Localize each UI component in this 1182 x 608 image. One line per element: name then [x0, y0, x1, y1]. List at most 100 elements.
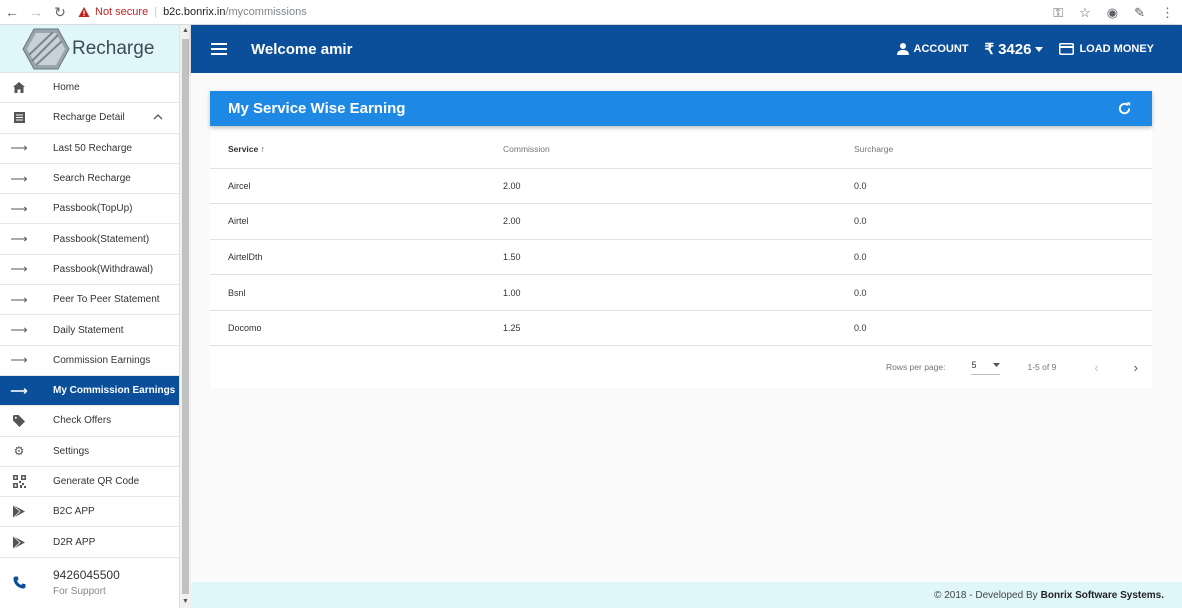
page-range: 1-5 of 9: [1027, 362, 1057, 373]
sidebar-item-home[interactable]: Home: [0, 73, 179, 104]
sidebar-item-my-commission-earnings[interactable]: ⟶ My Commission Earnings: [0, 375, 179, 407]
app-header: Welcome amir ACCOUNT ₹ 3426 LOAD MONEY: [191, 25, 1182, 73]
service-cell: Bsnl: [210, 274, 503, 311]
browser-toolbar: ← → ↻ Not secure | b2c.bonrix.in/mycommi…: [0, 0, 1182, 25]
load-money-button[interactable]: LOAD MONEY: [1059, 43, 1154, 55]
sidebar-item-recharge-detail[interactable]: Recharge Detail: [0, 103, 179, 134]
service-cell: Aircel: [210, 168, 503, 205]
sidebar-item-check-offers[interactable]: Check Offers: [0, 406, 179, 437]
sidebar-item-label: Passbook(Statement): [53, 233, 150, 245]
credit-card-icon: [1059, 43, 1075, 55]
table-pagination: Rows per page: 5 1-5 of 9 ‹ ›: [210, 346, 1152, 388]
sidebar-item-label: Settings: [53, 445, 90, 457]
url-host: b2c.bonrix.in: [163, 6, 226, 18]
back-arrow-icon[interactable]: ←: [0, 0, 24, 25]
sidebar-item-label: Daily Statement: [53, 324, 124, 336]
load-money-label: LOAD MONEY: [1079, 43, 1154, 55]
reload-icon[interactable]: ↻: [48, 0, 72, 25]
sidebar-item-passbook-topup[interactable]: ⟶ Passbook(TopUp): [0, 194, 179, 225]
caret-down-icon: [993, 362, 1001, 367]
next-page-icon[interactable]: ›: [1134, 360, 1138, 375]
arrow-right-icon: ⟶: [10, 232, 28, 247]
table-header-row: Service ↑ Commission Surcharge: [210, 130, 1152, 169]
scroll-down-icon[interactable]: ▼: [182, 598, 189, 606]
service-cell: AirtelDth: [210, 239, 503, 276]
logo-icon: [22, 28, 70, 69]
gear-icon: ⚙: [13, 444, 25, 459]
forward-arrow-icon[interactable]: →: [24, 0, 48, 25]
sidebar-item-label: Peer To Peer Statement: [53, 294, 160, 306]
arrow-right-icon: ⟶: [10, 383, 28, 398]
extension-pin-icon[interactable]: ✎: [1134, 5, 1145, 21]
service-cell: Docomo: [210, 310, 503, 347]
commission-cell: 1.50: [503, 239, 854, 276]
sidebar-item-label: Last 50 Recharge: [53, 142, 132, 154]
brand-name: Recharge: [72, 37, 155, 59]
sidebar-item-label: Check Offers: [53, 415, 112, 427]
sidebar-scrollbar[interactable]: ▲ ▼: [180, 25, 191, 608]
star-icon[interactable]: ☆: [1079, 5, 1091, 21]
sidebar-item-search-recharge[interactable]: ⟶ Search Recharge: [0, 164, 179, 195]
address-bar[interactable]: Not secure | b2c.bonrix.in/mycommissions: [78, 0, 307, 25]
sidebar-item-label: B2C APP: [53, 506, 95, 518]
arrow-right-icon: ⟶: [10, 171, 28, 186]
brand[interactable]: Recharge: [0, 25, 179, 73]
sidebar-item-generate-qr-code[interactable]: Generate QR Code: [0, 467, 179, 498]
sidebar-item-label: My Commission Earnings: [53, 385, 176, 397]
sidebar-item-b2c-app[interactable]: B2C APP: [0, 497, 179, 528]
support-contact[interactable]: 9426045500 For Support: [0, 558, 179, 608]
person-icon: [896, 43, 909, 55]
sidebar-item-settings[interactable]: ⚙ Settings: [0, 437, 179, 467]
column-header-surcharge[interactable]: Surcharge: [854, 130, 1152, 169]
arrow-right-icon: ⟶: [10, 323, 28, 338]
sidebar-item-label: D2R APP: [53, 536, 96, 548]
scrollbar-thumb[interactable]: [182, 39, 189, 594]
arrow-right-icon: ⟶: [10, 262, 28, 277]
arrow-right-icon: ⟶: [10, 353, 28, 368]
surcharge-cell: 0.0: [854, 310, 1152, 347]
play-store-icon: [0, 535, 38, 549]
chevron-up-icon[interactable]: [153, 112, 163, 122]
column-header-commission[interactable]: Commission: [503, 130, 854, 169]
sidebar-item-d2r-app[interactable]: D2R APP: [0, 527, 179, 558]
support-label: For Support: [53, 586, 106, 598]
list-icon: [0, 112, 38, 124]
key-icon[interactable]: ⚿: [1053, 5, 1063, 21]
sidebar: Recharge Home Recharge Detail ⟶ Last 50 …: [0, 25, 180, 608]
welcome-title: Welcome amir: [251, 40, 353, 58]
table-row: Bsnl 1.00 0.0: [210, 274, 1152, 311]
surcharge-cell: 0.0: [854, 203, 1152, 240]
rows-per-page-label: Rows per page:: [885, 362, 946, 373]
sidebar-item-commission-earnings[interactable]: ⟶ Commission Earnings: [0, 346, 179, 376]
sidebar-item-label: Generate QR Code: [53, 476, 140, 487]
balance-dropdown[interactable]: ₹ 3426: [985, 40, 1044, 58]
sidebar-item-passbook-statement[interactable]: ⟶ Passbook(Statement): [0, 224, 179, 255]
sort-arrow-up-icon[interactable]: ↑: [261, 144, 265, 154]
commission-cell: 2.00: [503, 203, 854, 240]
url-path: /mycommissions: [225, 6, 307, 18]
card-header: My Service Wise Earning: [210, 91, 1152, 126]
not-secure-label: Not secure: [95, 6, 149, 18]
account-button[interactable]: ACCOUNT: [896, 43, 969, 55]
rows-per-page-select[interactable]: 5: [971, 359, 1001, 375]
hamburger-menu-icon[interactable]: [211, 43, 227, 55]
prev-page-icon[interactable]: ‹: [1094, 360, 1098, 375]
sidebar-item-last-50-recharge[interactable]: ⟶ Last 50 Recharge: [0, 134, 179, 164]
column-header-service[interactable]: Service ↑: [210, 130, 503, 169]
table-row: Docomo 1.25 0.0: [210, 310, 1152, 347]
header-actions: ACCOUNT ₹ 3426 LOAD MONEY: [896, 25, 1154, 73]
sidebar-item-daily-statement[interactable]: ⟶ Daily Statement: [0, 315, 179, 346]
refresh-icon[interactable]: [1117, 101, 1132, 116]
tag-icon: [0, 414, 38, 427]
rows-per-page-value: 5: [971, 359, 977, 370]
extension-icon[interactable]: ◉: [1107, 5, 1118, 21]
sidebar-item-passbook-withdrawal[interactable]: ⟶ Passbook(Withdrawal): [0, 255, 179, 286]
sidebar-item-label: Home: [53, 82, 80, 94]
scroll-up-icon[interactable]: ▲: [182, 27, 189, 35]
home-icon: [0, 82, 38, 94]
sidebar-item-peer-to-peer-statement[interactable]: ⟶ Peer To Peer Statement: [0, 285, 179, 316]
balance-amount: 3426: [998, 40, 1032, 58]
more-menu-icon[interactable]: ⋮: [1161, 5, 1174, 21]
sidebar-item-label: Recharge Detail: [53, 112, 125, 124]
surcharge-cell: 0.0: [854, 239, 1152, 276]
